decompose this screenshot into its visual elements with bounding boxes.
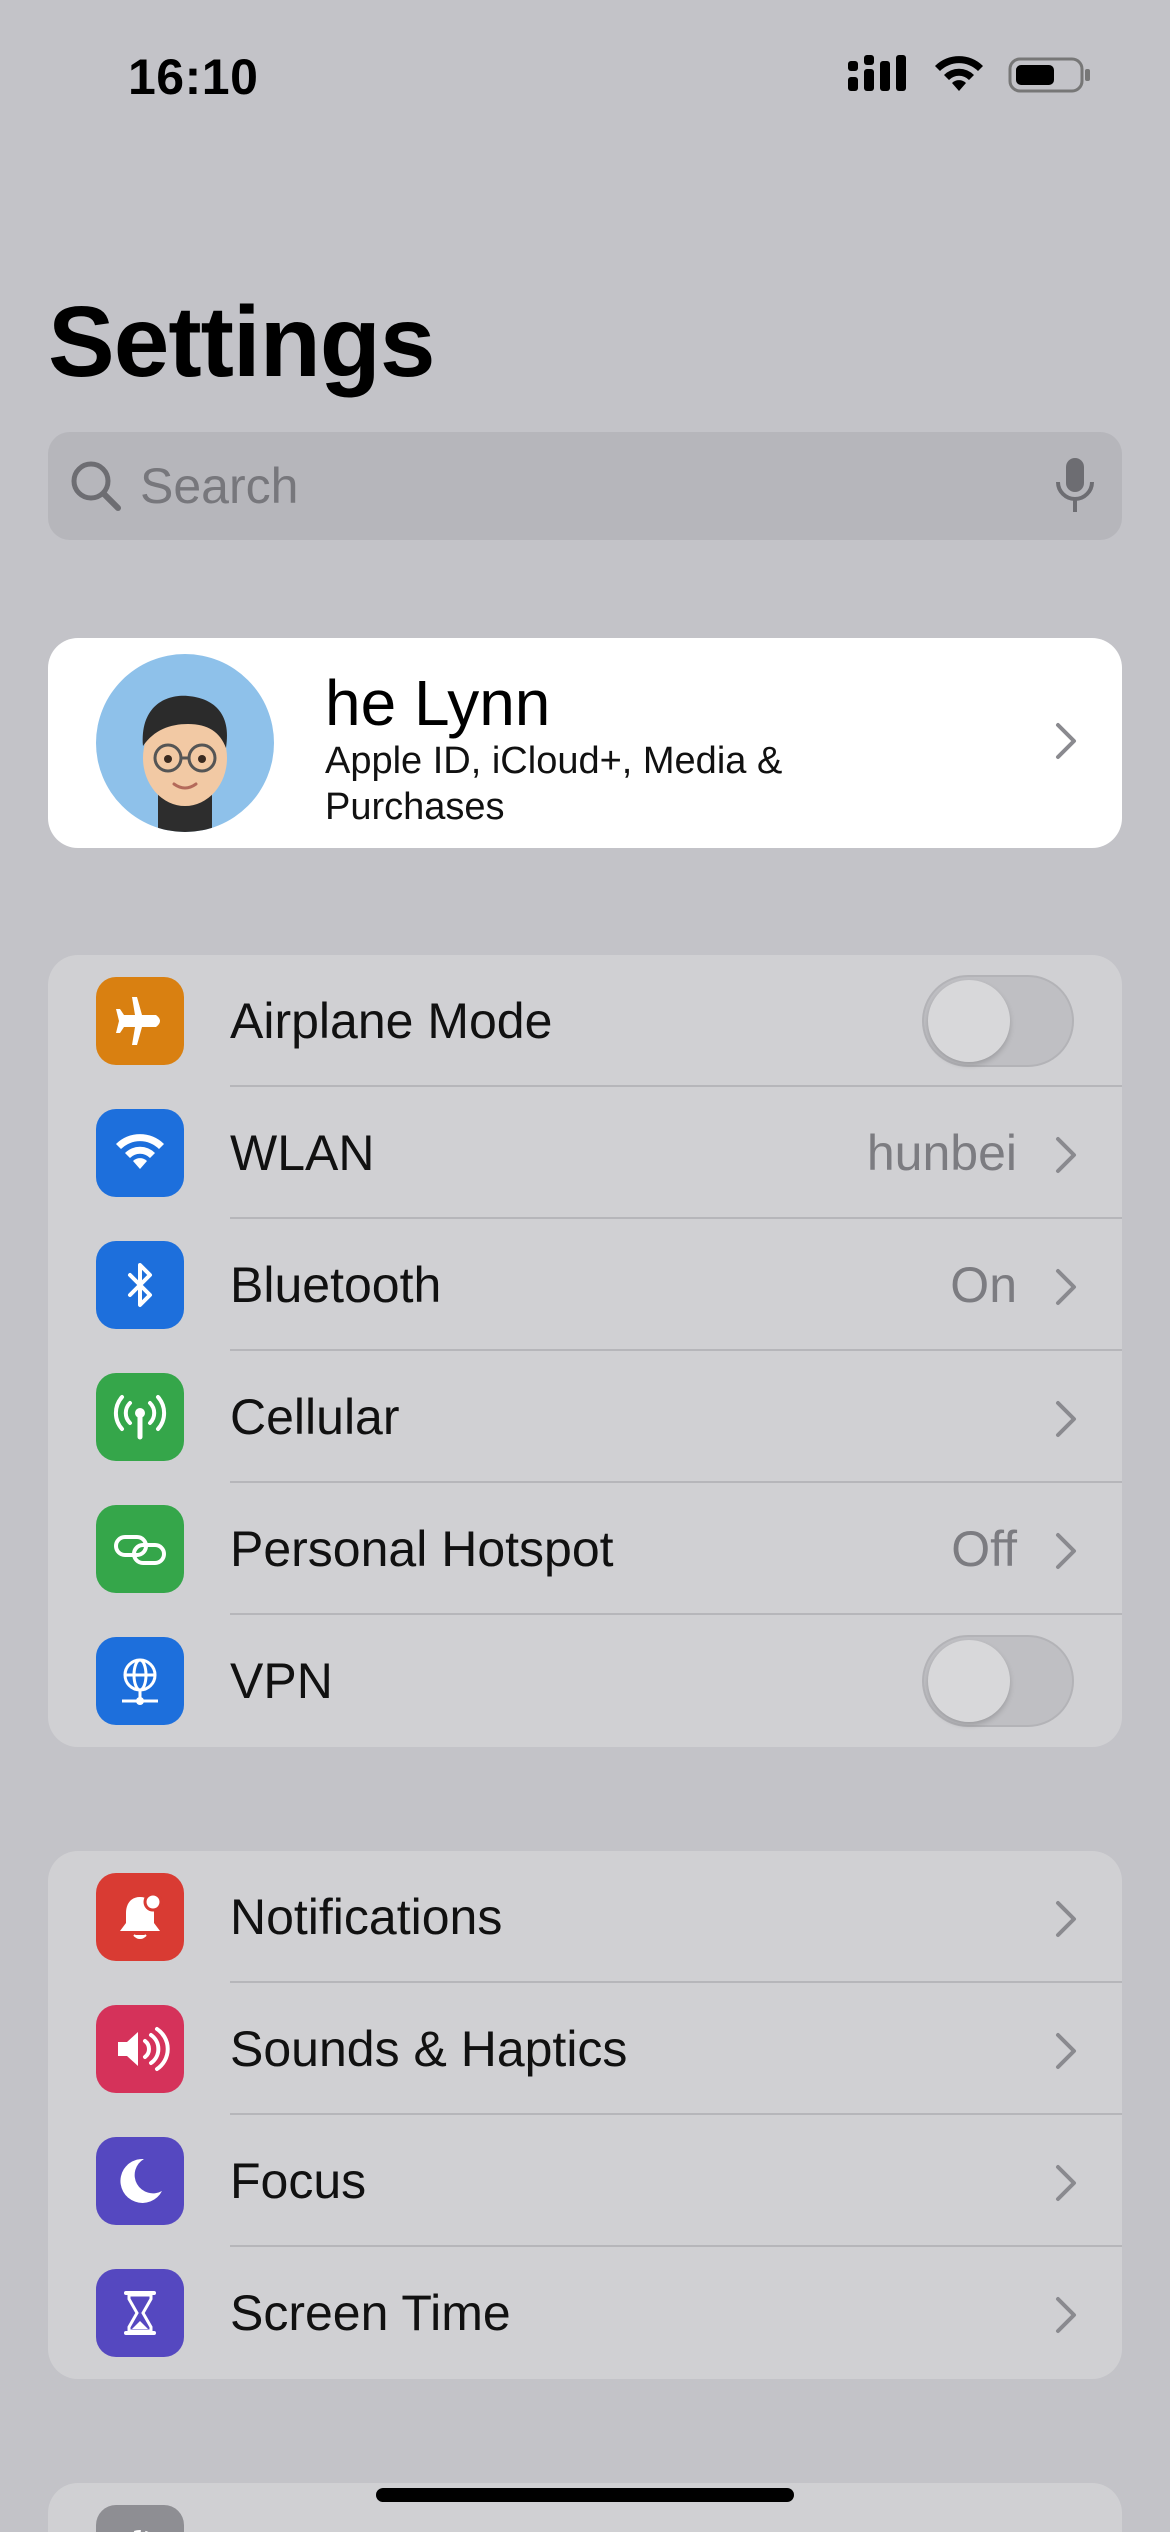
- home-indicator[interactable]: [376, 2488, 794, 2502]
- battery-icon: [1008, 57, 1090, 93]
- hotspot-status-value: Off: [951, 1521, 1017, 1577]
- chevron-right-icon: [1056, 1269, 1076, 1305]
- hotspot-link-icon: [96, 1505, 184, 1593]
- moon-icon: [96, 2137, 184, 2225]
- bluetooth-status-value: On: [950, 1257, 1017, 1313]
- row-focus[interactable]: Focus: [48, 2115, 1122, 2247]
- search-bar[interactable]: [48, 432, 1122, 540]
- row-label: Personal Hotspot: [230, 1521, 614, 1577]
- chevron-right-icon: [1056, 723, 1076, 759]
- profile-subtitle: Apple ID, iCloud+, Media & Purchases: [325, 740, 783, 828]
- microphone-icon[interactable]: [1054, 456, 1096, 516]
- row-label: Screen Time: [230, 2285, 511, 2341]
- row-personal-hotspot[interactable]: Personal Hotspot Off: [48, 1483, 1122, 1615]
- notifications-group: Notifications Sounds & Haptics Focus Scr…: [48, 1851, 1122, 2379]
- chevron-right-icon: [1056, 2033, 1076, 2069]
- chevron-right-icon: [1056, 1401, 1076, 1437]
- row-vpn[interactable]: VPN: [48, 1615, 1122, 1747]
- search-icon: [71, 461, 121, 511]
- row-label: Bluetooth: [230, 1257, 442, 1313]
- chevron-right-icon: [1056, 1901, 1076, 1937]
- connectivity-group: Airplane Mode WLAN hunbei Bluetooth On C…: [48, 955, 1122, 1747]
- wifi-icon: [96, 1109, 184, 1197]
- memoji-avatar-icon: [142, 695, 228, 832]
- vpn-globe-icon: [96, 1637, 184, 1725]
- speaker-icon: [96, 2005, 184, 2093]
- row-label: Sounds & Haptics: [230, 2021, 628, 2077]
- toggle-knob: [928, 1640, 1010, 1722]
- apple-id-card[interactable]: he Lynn Apple ID, iCloud+, Media & Purch…: [48, 638, 1122, 848]
- status-bar: 16:10: [0, 0, 1170, 150]
- airplane-icon: [96, 977, 184, 1065]
- bell-icon: [96, 1873, 184, 1961]
- row-label: Airplane Mode: [230, 993, 553, 1049]
- avatar: [96, 654, 274, 832]
- search-input[interactable]: [140, 432, 1040, 540]
- antenna-icon: [96, 1373, 184, 1461]
- row-label: Notifications: [230, 1889, 503, 1945]
- airplane-mode-toggle[interactable]: [922, 975, 1074, 1067]
- profile-name: he Lynn: [325, 667, 551, 739]
- toggle-knob: [928, 980, 1010, 1062]
- chevron-right-icon: [1056, 2165, 1076, 2201]
- vpn-toggle[interactable]: [922, 1635, 1074, 1727]
- row-label: Focus: [230, 2153, 367, 2209]
- row-wlan[interactable]: WLAN hunbei: [48, 1087, 1122, 1219]
- status-time: 16:10: [128, 49, 259, 105]
- row-bluetooth[interactable]: Bluetooth On: [48, 1219, 1122, 1351]
- chevron-right-icon: [1056, 2297, 1076, 2333]
- chevron-right-icon: [1056, 1533, 1076, 1569]
- status-icons: [848, 50, 1092, 100]
- row-screen-time[interactable]: Screen Time: [48, 2247, 1122, 2379]
- chevron-right-icon: [1056, 1137, 1076, 1173]
- row-airplane-mode[interactable]: Airplane Mode: [48, 955, 1122, 1087]
- row-cellular[interactable]: Cellular: [48, 1351, 1122, 1483]
- bluetooth-icon: [96, 1241, 184, 1329]
- gear-icon: [96, 2505, 184, 2532]
- wifi-status-icon: [935, 56, 983, 91]
- row-label: VPN: [230, 1653, 333, 1709]
- row-label: Cellular: [230, 1389, 400, 1445]
- wlan-network-value: hunbei: [866, 1125, 1017, 1181]
- cellular-signal-icon: [848, 55, 906, 91]
- page-title: Settings: [48, 286, 435, 398]
- hourglass-icon: [96, 2269, 184, 2357]
- row-label: WLAN: [230, 1125, 375, 1181]
- row-sounds-haptics[interactable]: Sounds & Haptics: [48, 1983, 1122, 2115]
- row-notifications[interactable]: Notifications: [48, 1851, 1122, 1983]
